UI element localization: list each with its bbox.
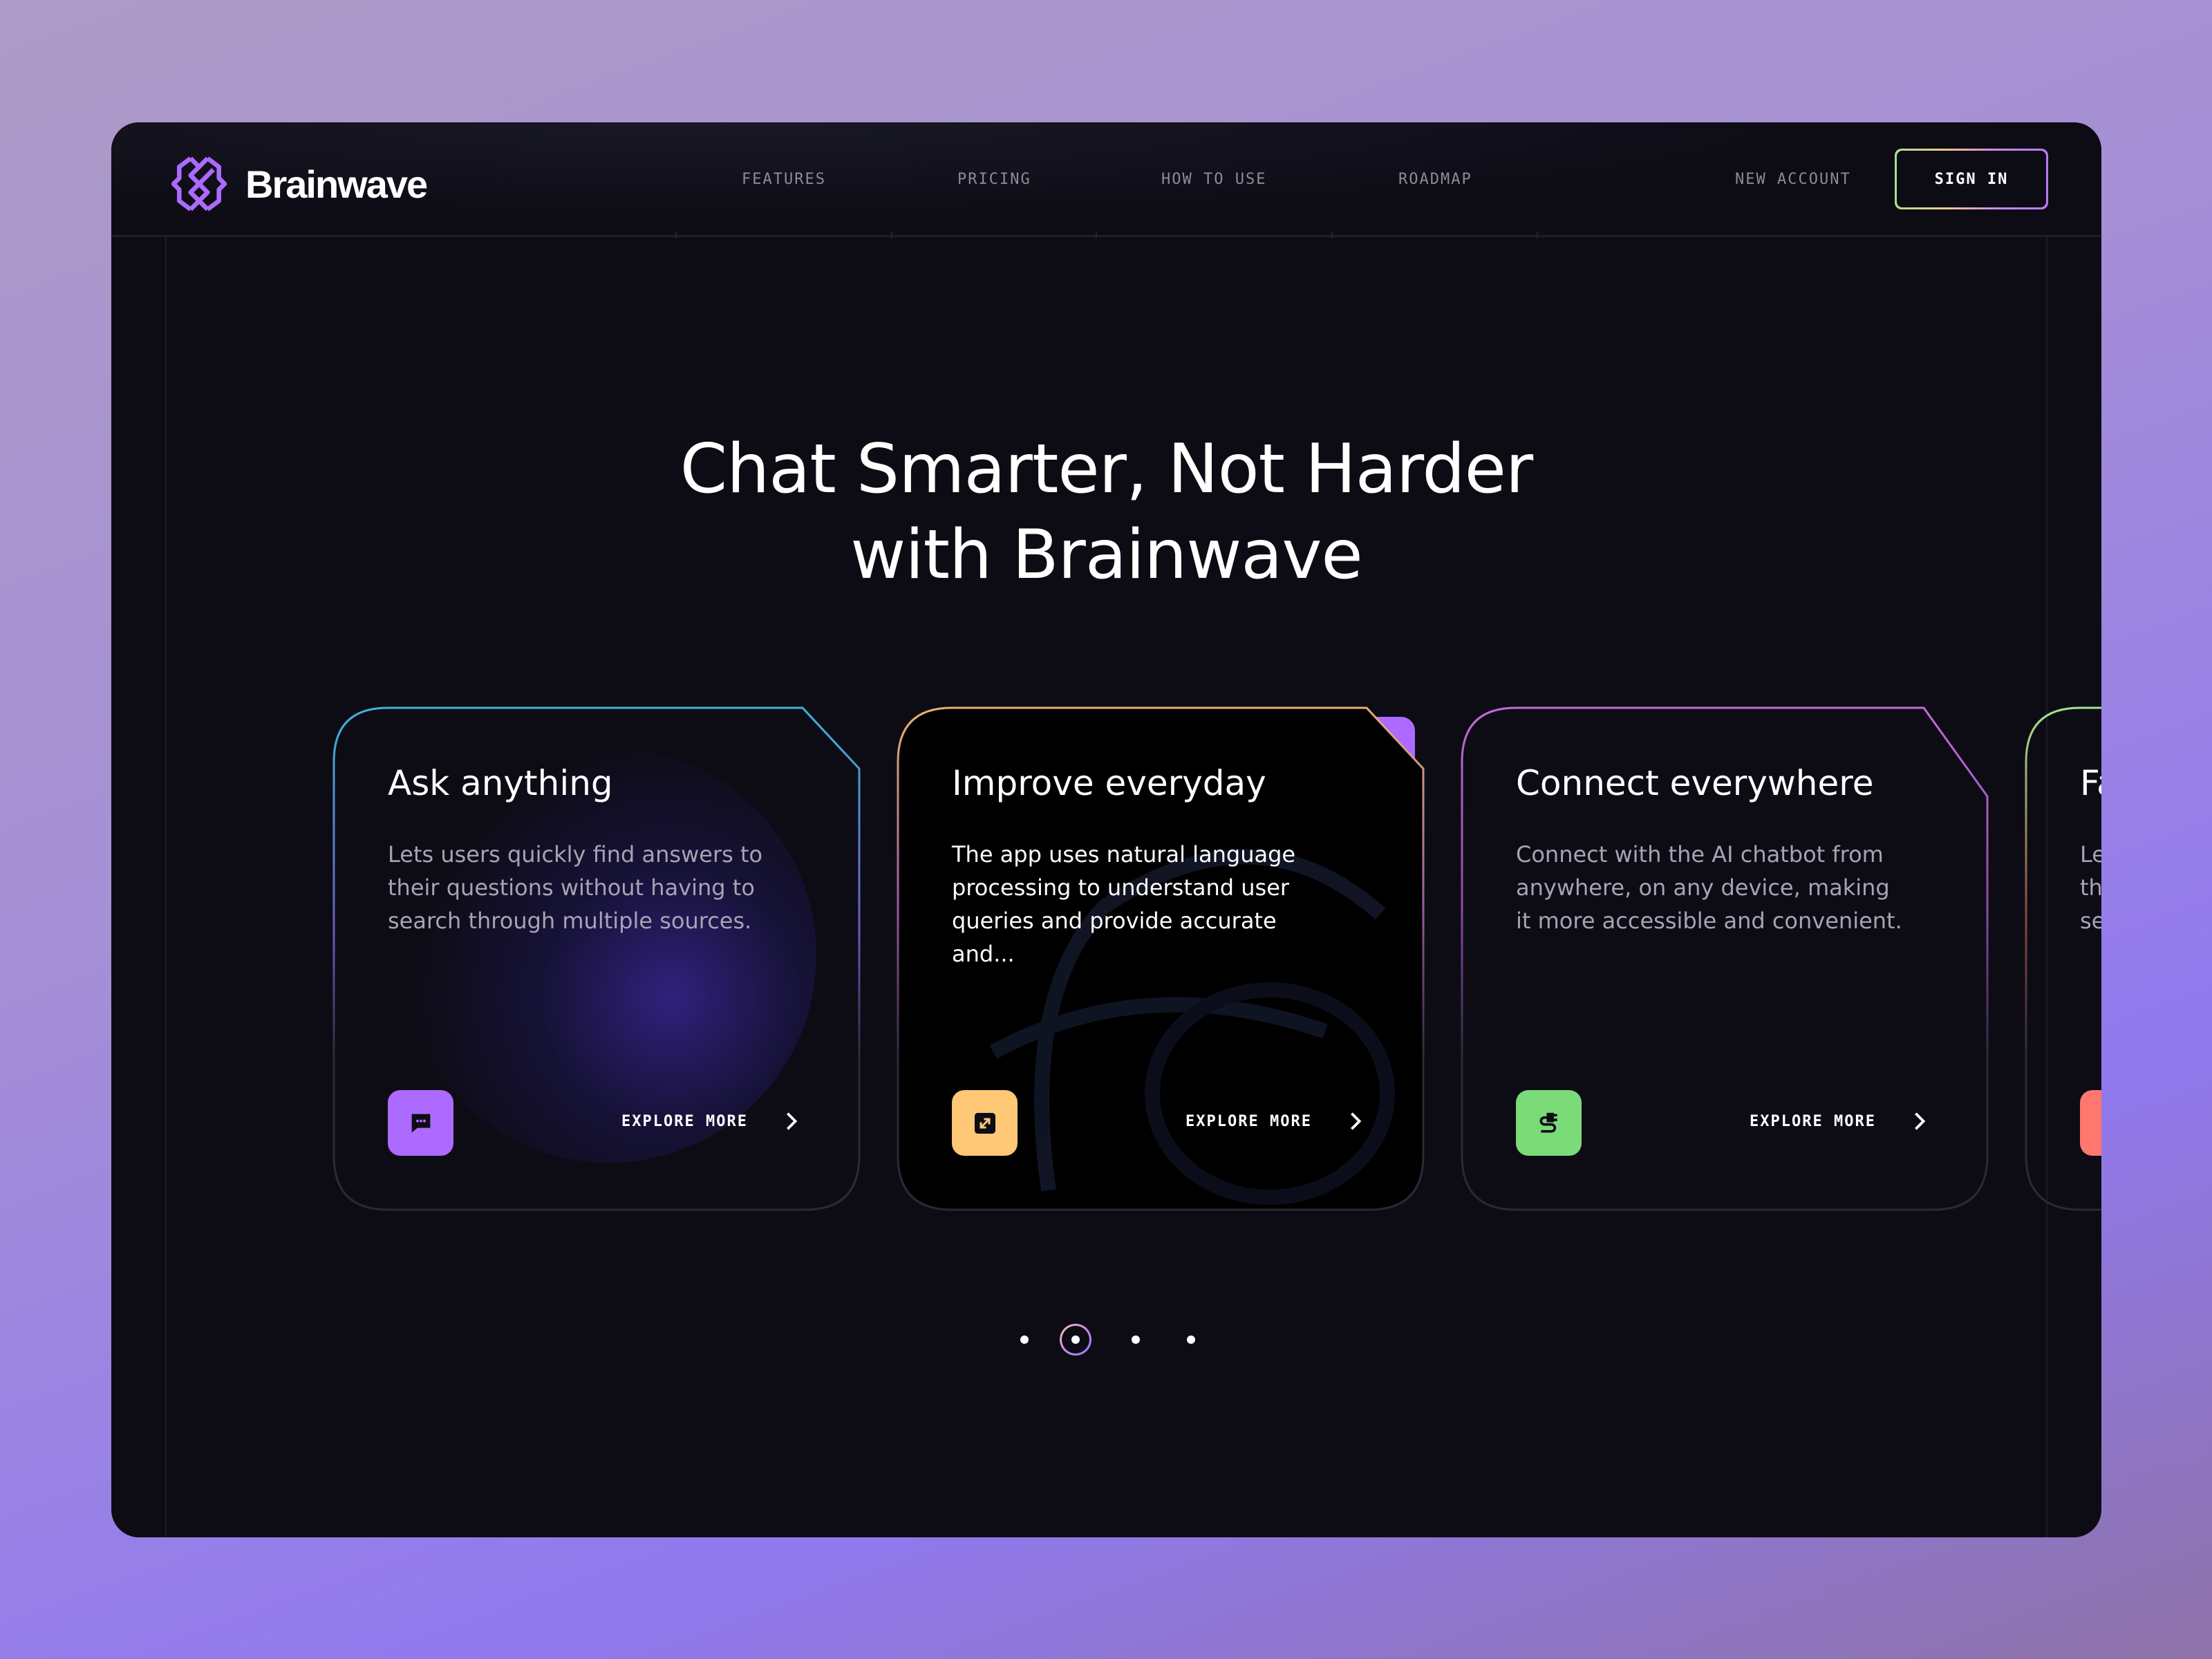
expand-icon	[952, 1090, 1018, 1156]
sign-in-button[interactable]: SIGN IN	[1895, 149, 2048, 209]
card-description: Le th se	[2080, 841, 2101, 934]
nav-divider	[1096, 232, 1097, 238]
plug-icon	[1516, 1090, 1582, 1156]
card-description: Connect with the AI chatbot from anywher…	[1516, 841, 1902, 934]
nav-divider	[1331, 232, 1333, 238]
chevron-right-icon[interactable]	[1347, 1111, 1364, 1132]
card-title: Connect everywhere	[1516, 763, 1874, 803]
hero-title: Chat Smarter, Not Harder with Brainwave	[111, 427, 2101, 598]
nav-divider	[891, 232, 892, 238]
explore-more-link[interactable]: EXPLORE MORE	[621, 1113, 748, 1130]
explore-more-link[interactable]: EXPLORE MORE	[1185, 1113, 1312, 1130]
nav-divider	[675, 232, 677, 238]
feature-card-partial[interactable]: Fa Lethse	[2025, 706, 2101, 1211]
carousel-dot-1[interactable]	[1020, 1335, 1029, 1344]
carousel-dot-2-active[interactable]	[1060, 1324, 1091, 1356]
brand-logo[interactable]: Brainwave	[171, 156, 428, 212]
chat-bubble-icon	[388, 1090, 453, 1156]
carousel-dot-4[interactable]	[1187, 1335, 1195, 1344]
card-title: Ask anything	[388, 763, 613, 803]
card-description: Lets users quickly find answers to their…	[388, 841, 763, 934]
card-icon	[2080, 1090, 2101, 1156]
hero-title-line2: with Brainwave	[850, 516, 1362, 594]
explore-more-link[interactable]: EXPLORE MORE	[1750, 1113, 1876, 1130]
new-account-link[interactable]: NEW ACCOUNT	[1735, 171, 1851, 188]
nav-roadmap[interactable]: ROADMAP	[1398, 171, 1472, 188]
feature-card-connect-everywhere[interactable]: Connect everywhere Connect with the AI c…	[1461, 706, 1989, 1211]
brand-name: Brainwave	[245, 162, 428, 206]
chevron-right-icon[interactable]	[1911, 1111, 1928, 1132]
card-title: Improve everyday	[952, 763, 1266, 803]
carousel-dot-3[interactable]	[1132, 1335, 1140, 1344]
nav-features[interactable]: FEATURES	[742, 171, 826, 188]
nav-how-to-use[interactable]: HOW TO USE	[1161, 171, 1266, 188]
card-title: Fa	[2080, 763, 2101, 803]
app-window: Brainwave FEATURES PRICING HOW TO USE RO…	[111, 122, 2101, 1537]
chevron-right-icon[interactable]	[783, 1111, 800, 1132]
top-nav: Brainwave FEATURES PRICING HOW TO USE RO…	[111, 122, 2101, 238]
nav-divider	[1537, 232, 1538, 238]
feature-card-ask-anything[interactable]: Ask anything Lets users quickly find ans…	[332, 706, 861, 1211]
sign-in-label: SIGN IN	[1897, 151, 2046, 207]
feature-card-improve-everyday[interactable]: Improve everyday The app uses natural la…	[897, 706, 1425, 1211]
card-description: The app uses natural language processing…	[952, 841, 1296, 967]
nav-pricing[interactable]: PRICING	[957, 171, 1031, 188]
brainwave-logo-icon	[171, 156, 227, 212]
hero-title-line1: Chat Smarter, Not Harder	[679, 430, 1533, 509]
